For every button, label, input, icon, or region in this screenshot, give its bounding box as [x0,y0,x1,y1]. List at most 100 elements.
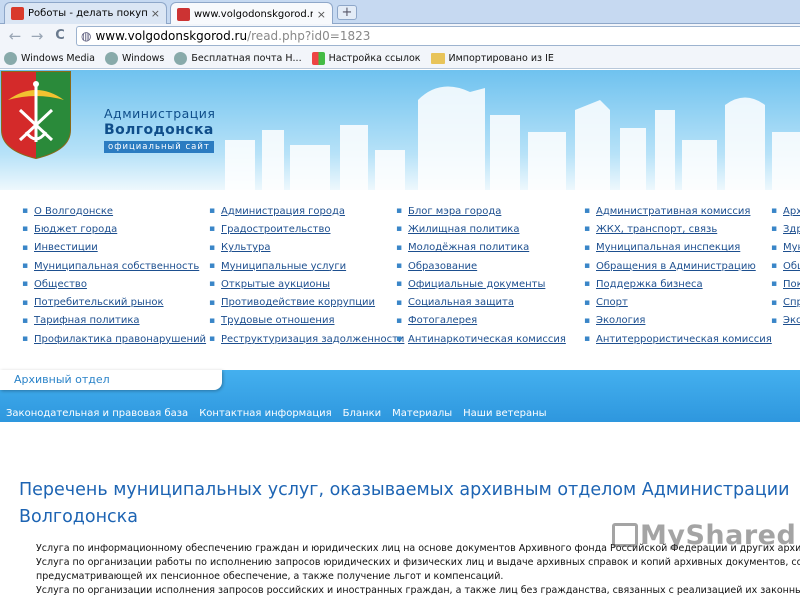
menu-item[interactable]: ▪ Градостроительство [207,220,404,238]
menu-bullet-icon: ▪ [21,206,29,217]
menu-item[interactable]: ▪ Экология [582,312,772,330]
tab-title: Роботы - делать покупки в и [28,8,147,19]
site-brand[interactable]: Администрация Волгодонска официальный са… [104,106,215,153]
windows-icon [311,51,325,65]
bookmark-label: Импортировано из IE [448,52,554,64]
menu-item[interactable]: ▪ Открытые аукционы [207,275,404,293]
bookmark-label: Windows Media [21,52,95,64]
menu-bullet-icon: ▪ [21,297,29,308]
menu-bullet-icon: ▪ [208,224,216,235]
menu-item[interactable]: ▪ ЖКХ, транспорт, связь [582,220,772,238]
menu-item[interactable]: ▪ Образование [394,257,566,275]
menu-bullet-icon: ▪ [770,261,778,272]
menu-item[interactable]: ▪Мун [769,239,800,257]
menu-bullet-icon: ▪ [583,297,591,308]
bookmark-free-mail[interactable]: Бесплатная почта Н... [174,51,302,65]
menu-bullet-icon: ▪ [21,315,29,326]
menu-item[interactable]: ▪ Молодёжная политика [394,239,566,257]
menu-item[interactable]: ▪ Антинаркотическая комиссия [394,330,566,348]
menu-item[interactable]: ▪ Бюджет города [20,220,206,238]
reload-icon[interactable]: C [51,27,69,45]
menu-item[interactable]: ▪ Муниципальная собственность [20,257,206,275]
menu-bullet-icon: ▪ [395,334,403,345]
menu-item[interactable]: ▪ Блог мэра города [394,202,566,220]
close-tab-icon[interactable]: × [317,8,326,21]
menu-bullet-icon: ▪ [583,206,591,217]
subnav-link-materials[interactable]: Материалы [392,408,452,419]
menu-item[interactable]: ▪ Спр [769,293,800,311]
menu-item[interactable]: ▪ Обращения в Администрацию [582,257,772,275]
menu-item[interactable]: ▪ Социальная защита [394,293,566,311]
brand-line-2: Волгодонска [104,122,214,138]
menu-bullet-icon: ▪ [395,206,403,217]
menu-bullet-icon: ▪ [208,242,216,253]
menu-bullet-icon: ▪ [208,206,216,217]
menu-bullet-icon: ▪ [21,334,29,345]
tab-favicon-icon [11,7,24,20]
menu-item[interactable]: ▪ Профилактика правонарушений [20,330,206,348]
menu-item[interactable]: ▪ Реструктуризация задолженности [207,330,404,348]
menu-column-5: ▪Арх ▪Здр ▪Мун ▪Общ ▪Пок ▪Спр ▪Экс [769,202,800,330]
menu-item[interactable]: ▪ Общество [20,275,206,293]
menu-item[interactable]: ▪ Администрация города [207,202,404,220]
menu-bullet-icon: ▪ [21,242,29,253]
section-tab-archive[interactable]: Архивный отдел [0,370,222,390]
globe-icon [4,51,17,65]
tab-title: www.volgodonskgorod.ru/rea [194,8,313,20]
menu-item[interactable]: ▪ Арх [769,202,800,220]
menu-item[interactable]: ▪ Спорт [582,293,772,311]
menu-item[interactable]: ▪ О Волгодонске [20,202,206,220]
bookmark-link-settings[interactable]: Настройка ссылок [311,51,421,65]
bookmark-folder-imported[interactable]: Импортировано из IE [430,52,554,64]
menu-item[interactable]: ▪ Инвестиции [20,239,206,257]
new-tab-button[interactable]: + [337,5,357,20]
brand-line-1: Администрация [104,106,216,121]
globe-icon [174,51,188,65]
menu-bullet-icon: ▪ [208,297,216,308]
menu-item[interactable]: ▪ Пок [769,275,800,293]
menu-item[interactable]: ▪ Экс [769,312,800,330]
menu-column-2: ▪ Администрация города ▪ Градостроительств… [207,202,404,348]
menu-item[interactable]: ▪ Трудовые отношения [207,312,404,330]
menu-item[interactable]: ▪Общ [769,257,800,275]
bookmark-windows[interactable]: Windows [104,51,164,65]
menu-item[interactable]: ▪ Муниципальные услуги [207,257,404,275]
menu-item[interactable]: ▪ Потребительский рынок [20,293,206,311]
subnav-link-forms[interactable]: Бланки [343,408,381,419]
subnav-link-veterans[interactable]: Наши ветераны [463,408,546,419]
menu-item[interactable]: ▪ Фотогалерея [394,312,566,330]
address-bar[interactable]: ◍ www.volgodonskgorod.ru/read.php?id0=18… [76,26,800,46]
menu-item[interactable]: ▪ Административная комиссия [582,202,772,220]
bookmarks-bar: Windows Media Windows Бесплатная почта Н… [0,48,800,69]
back-arrow-icon[interactable]: ← [6,27,24,45]
browser-tab-2[interactable]: www.volgodonskgorod.ru/rea × [170,2,333,25]
header-banner: Администрация Волгодонска официальный са… [0,70,800,190]
subnav-link-legislation[interactable]: Законодательная и правовая база [6,408,188,419]
menu-bullet-icon: ▪ [583,242,591,253]
menu-bullet-icon: ▪ [208,334,216,345]
menu-item[interactable]: ▪ Здр [769,220,800,238]
bookmark-windows-media[interactable]: Windows Media [4,51,95,65]
forward-arrow-icon[interactable]: → [28,27,46,45]
page-content [0,422,800,600]
menu-bullet-icon: ▪ [21,279,29,290]
brand-subtitle: официальный сайт [104,141,214,153]
menu-column-1: ▪ О Волгодонске ▪ Бюджет города ▪ Инвестици… [20,202,206,348]
menu-item[interactable]: ▪ Антитеррористическая комиссия [582,330,772,348]
subnav-link-contacts[interactable]: Контактная информация [199,408,331,419]
menu-item[interactable]: ▪ Поддержка бизнеса [582,275,772,293]
menu-bullet-icon: ▪ [583,279,591,290]
menu-bullet-icon: ▪ [770,297,778,308]
menu-item[interactable]: ▪ Противодействие коррупции [207,293,404,311]
menu-item[interactable]: ▪ Жилищная политика [394,220,566,238]
menu-item[interactable]: ▪ Тарифная политика [20,312,206,330]
browser-tab-1[interactable]: Роботы - делать покупки в и × [4,2,167,24]
menu-item[interactable]: ▪ Муниципальная инспекция [582,239,772,257]
tab-favicon-icon [177,7,190,21]
menu-item[interactable]: ▪ Культура [207,239,404,257]
menu-bullet-icon: ▪ [395,297,403,308]
menu-bullet-icon: ▪ [395,261,403,272]
menu-item[interactable]: ▪ Официальные документы [394,275,566,293]
menu-bullet-icon: ▪ [770,315,778,326]
close-tab-icon[interactable]: × [151,7,160,20]
